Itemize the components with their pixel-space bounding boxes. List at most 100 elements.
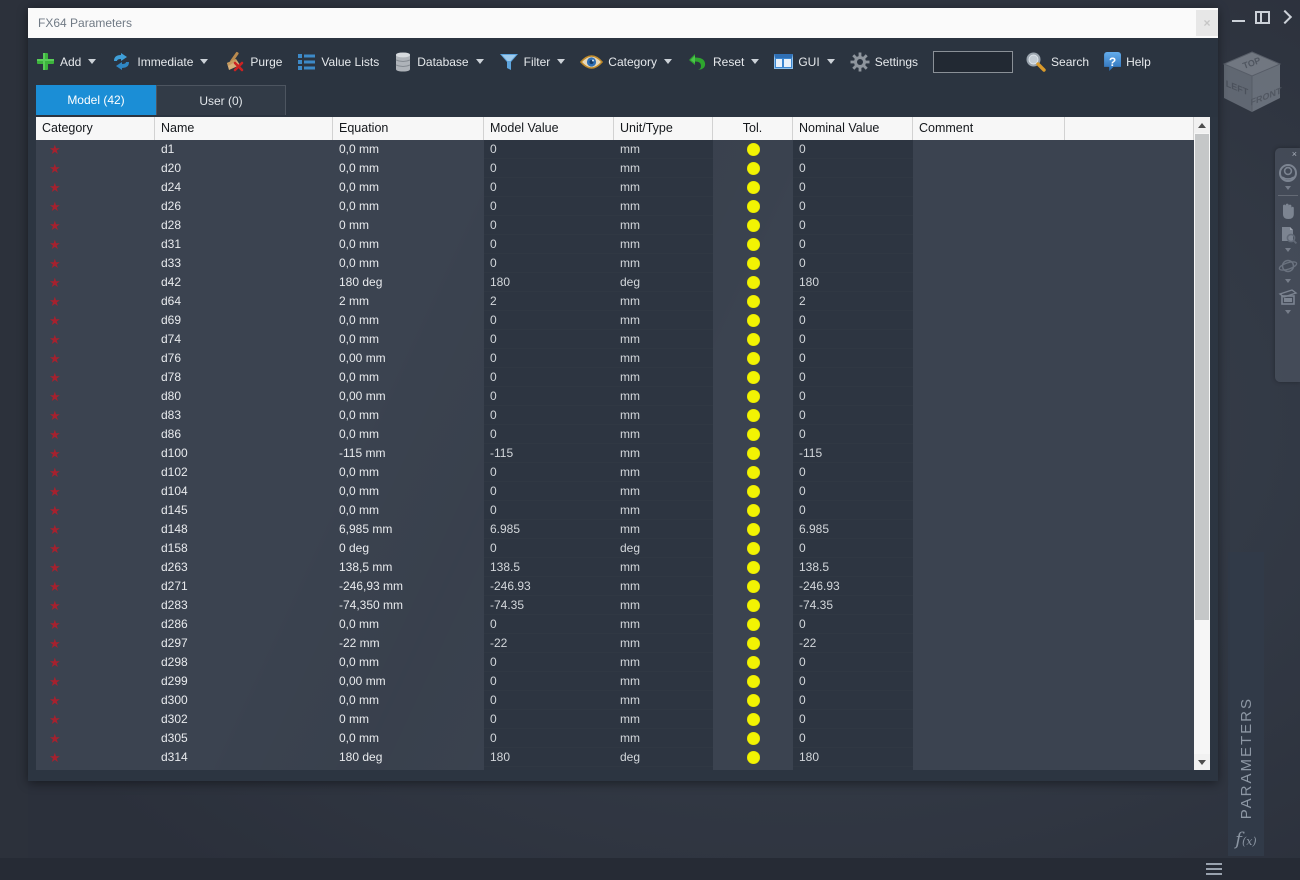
table-row[interactable]: ★ d78 0,0 mm 0 mm 0 [36,368,1210,387]
tab-user[interactable]: User (0) [156,85,286,115]
favorite-star-icon: ★ [49,256,61,271]
column-header-category[interactable]: Category [36,117,155,140]
table-row[interactable]: ★ d26 0,0 mm 0 mm 0 [36,197,1210,216]
tolerance-cell [713,159,793,178]
expand-chevron-icon[interactable] [1277,9,1293,25]
unit-type-cell: mm [614,653,713,672]
value-lists-button[interactable]: Value Lists [297,52,379,71]
search-input[interactable] [933,50,1014,73]
table-row[interactable]: ★ d1 0,0 mm 0 mm 0 [36,140,1210,159]
hamburger-menu-icon[interactable] [1206,863,1222,875]
add-dropdown-icon[interactable] [88,59,97,64]
database-button[interactable]: Database [394,52,484,72]
minimize-icon[interactable] [1232,20,1245,22]
tab-model[interactable]: Model (42) [36,85,156,115]
scrollbar-thumb[interactable] [1195,134,1209,620]
full-navigation-wheel-icon[interactable] [1278,163,1298,183]
table-row[interactable]: ★ d305 0,0 mm 0 mm 0 [36,729,1210,748]
vertical-scrollbar[interactable] [1194,117,1210,770]
table-row[interactable]: ★ d76 0,00 mm 0 mm 0 [36,349,1210,368]
table-row[interactable]: ★ [36,767,1210,770]
reset-button[interactable]: Reset [687,52,760,72]
nav-orbit-dropdown-icon[interactable] [1284,279,1291,283]
category-cell: ★ [36,368,155,387]
parameters-side-tab[interactable]: PARAMETERS f(x) [1228,552,1264,856]
search-button[interactable]: Search [1025,51,1089,72]
navigation-bar: × [1275,148,1300,382]
add-button[interactable]: Add [36,52,97,71]
table-row[interactable]: ★ d24 0,0 mm 0 mm 0 [36,178,1210,197]
column-header-name[interactable]: Name [155,117,333,140]
filter-button[interactable]: Filter [499,52,566,72]
table-row[interactable]: ★ d314 180 deg 180 deg 180 [36,748,1210,767]
column-header-model-value[interactable]: Model Value [484,117,614,140]
table-row[interactable]: ★ d298 0,0 mm 0 mm 0 [36,653,1210,672]
settings-button[interactable]: Settings [850,52,918,72]
comment-cell [913,197,1065,216]
table-row[interactable]: ★ d42 180 deg 180 deg 180 [36,273,1210,292]
layout-icon[interactable] [1255,10,1270,24]
model-value-cell: 0 [484,216,614,235]
orbit-icon[interactable] [1278,256,1298,276]
favorite-star-icon: ★ [49,351,61,366]
immediate-button[interactable]: Immediate [111,52,209,72]
column-header-unit-type[interactable]: Unit/Type [614,117,713,140]
table-row[interactable]: ★ d104 0,0 mm 0 mm 0 [36,482,1210,501]
immediate-dropdown-icon[interactable] [200,59,209,64]
table-row[interactable]: ★ d148 6,985 mm 6.985 mm 6.985 [36,520,1210,539]
table-row[interactable]: ★ d69 0,0 mm 0 mm 0 [36,311,1210,330]
table-row[interactable]: ★ d64 2 mm 2 mm 2 [36,292,1210,311]
table-row[interactable]: ★ d263 138,5 mm 138.5 mm 138.5 [36,558,1210,577]
model-value-cell: 0 [484,406,614,425]
dialog-titlebar[interactable]: FX64 Parameters × [28,8,1218,38]
name-cell: d83 [161,408,182,422]
viewcube[interactable]: TOP LEFT FRONT [1220,48,1284,134]
table-row[interactable]: ★ d31 0,0 mm 0 mm 0 [36,235,1210,254]
filter-dropdown-icon[interactable] [557,59,566,64]
scroll-up-button[interactable] [1194,117,1210,133]
table-row[interactable]: ★ d299 0,00 mm 0 mm 0 [36,672,1210,691]
category-dropdown-icon[interactable] [663,59,672,64]
tolerance-status-icon [746,238,760,251]
table-row[interactable]: ★ d74 0,0 mm 0 mm 0 [36,330,1210,349]
look-at-icon[interactable] [1278,287,1298,307]
table-row[interactable]: ★ d102 0,0 mm 0 mm 0 [36,463,1210,482]
gui-button[interactable]: GUI [774,54,835,69]
table-row[interactable]: ★ d28 0 mm 0 mm 0 [36,216,1210,235]
column-header-tol-[interactable]: Tol. [713,117,793,140]
nav-more-dropdown-icon[interactable] [1284,310,1291,314]
table-row[interactable]: ★ d283 -74,350 mm -74.35 mm -74.35 [36,596,1210,615]
navbar-close-icon[interactable]: × [1292,150,1297,159]
column-header-comment[interactable]: Comment [913,117,1065,140]
table-row[interactable]: ★ d86 0,0 mm 0 mm 0 [36,425,1210,444]
purge-button[interactable]: Purge [223,51,282,72]
tolerance-status-icon [746,580,760,593]
nav-zoom-dropdown-icon[interactable] [1284,248,1291,252]
table-row[interactable]: ★ d158 0 deg 0 deg 0 [36,539,1210,558]
table-row[interactable]: ★ d300 0,0 mm 0 mm 0 [36,691,1210,710]
dialog-close-button[interactable]: × [1196,10,1218,36]
column-header-equation[interactable]: Equation [333,117,484,140]
table-row[interactable]: ★ d83 0,0 mm 0 mm 0 [36,406,1210,425]
database-dropdown-icon[interactable] [475,59,484,64]
table-row[interactable]: ★ d286 0,0 mm 0 mm 0 [36,615,1210,634]
table-row[interactable]: ★ d80 0,00 mm 0 mm 0 [36,387,1210,406]
tolerance-status-icon [746,599,760,612]
table-row[interactable]: ★ d33 0,0 mm 0 mm 0 [36,254,1210,273]
table-row[interactable]: ★ d145 0,0 mm 0 mm 0 [36,501,1210,520]
scroll-down-button[interactable] [1194,754,1210,770]
gui-dropdown-icon[interactable] [826,59,835,64]
tolerance-status-icon [746,162,760,175]
zoom-page-icon[interactable] [1278,225,1298,245]
table-row[interactable]: ★ d100 -115 mm -115 mm -115 [36,444,1210,463]
category-button[interactable]: Category [580,54,672,70]
nav-wheel-dropdown-icon[interactable] [1284,186,1291,190]
column-header-nominal-value[interactable]: Nominal Value [793,117,913,140]
table-row[interactable]: ★ d20 0,0 mm 0 mm 0 [36,159,1210,178]
table-row[interactable]: ★ d302 0 mm 0 mm 0 [36,710,1210,729]
table-row[interactable]: ★ d271 -246,93 mm -246.93 mm -246.93 [36,577,1210,596]
help-button[interactable]: ? Help [1104,52,1151,71]
reset-dropdown-icon[interactable] [751,59,760,64]
table-row[interactable]: ★ d297 -22 mm -22 mm -22 [36,634,1210,653]
pan-hand-icon[interactable] [1278,201,1298,221]
